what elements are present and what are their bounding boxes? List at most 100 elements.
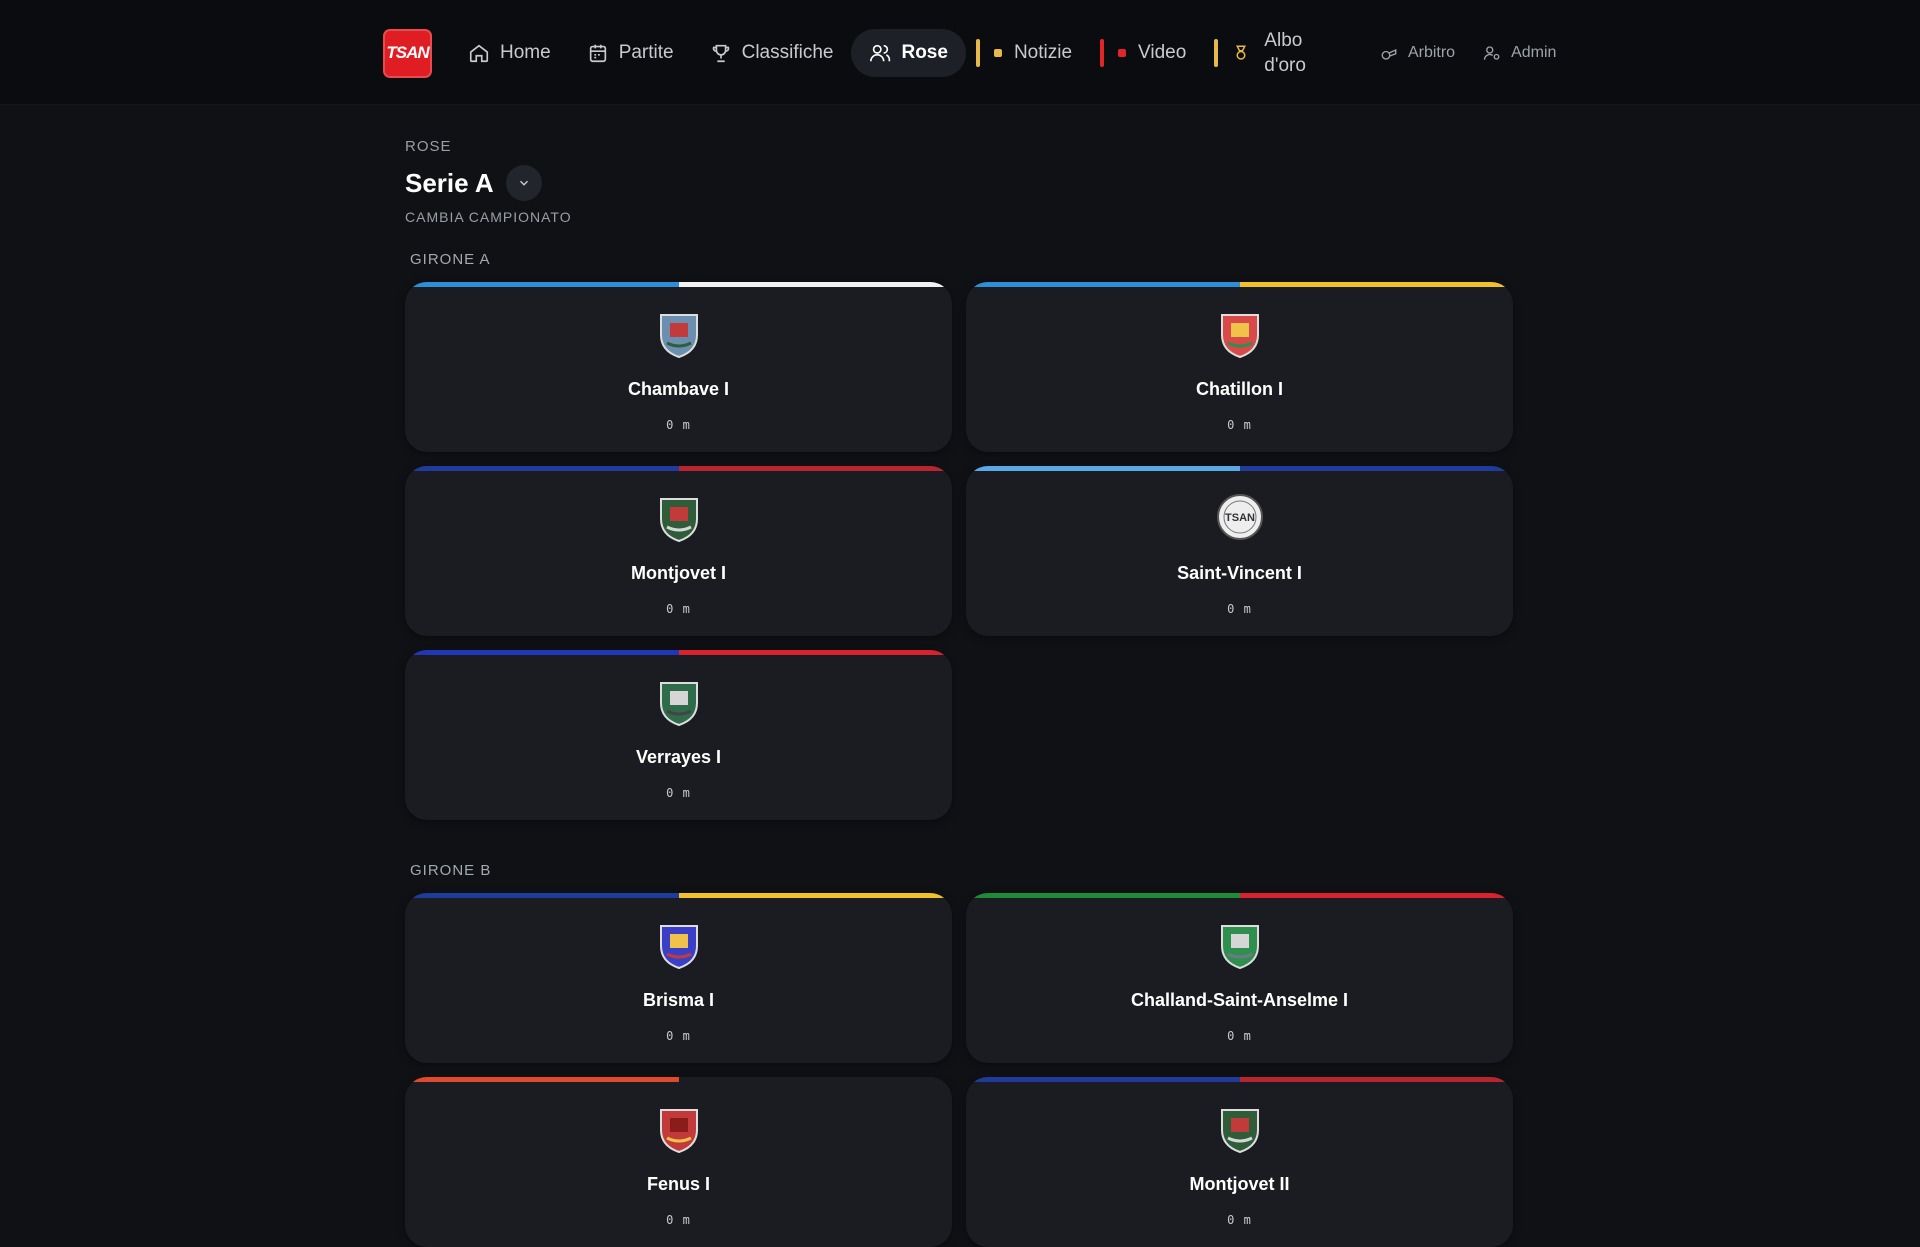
team-color-segment bbox=[1239, 282, 1513, 287]
whistle-icon bbox=[1381, 48, 1397, 60]
team-color-segment bbox=[1239, 1077, 1513, 1082]
news-icon bbox=[993, 49, 1002, 57]
groups-container: GIRONE A Chambave I0 m Chatillon I0 m Montj… bbox=[405, 251, 1515, 1247]
team-color-segment bbox=[678, 282, 952, 287]
team-grid: Brisma I 0 m Challand-Saint-Anselme I 0 m Fe… bbox=[405, 893, 1515, 1247]
group-label: GIRONE B bbox=[410, 862, 492, 879]
calendar-icon bbox=[589, 44, 606, 63]
team-card[interactable]: Brisma I 0 m bbox=[405, 893, 952, 1063]
team-meta: 0 m bbox=[1227, 418, 1252, 432]
team-color-segment bbox=[405, 650, 679, 655]
team-color-segment bbox=[405, 282, 679, 287]
team-color-segment bbox=[1239, 893, 1513, 898]
team-color-segment bbox=[966, 1077, 1240, 1082]
albo-accent-bar bbox=[1214, 39, 1219, 67]
nav-item-rose[interactable]: Rose bbox=[851, 29, 966, 77]
change-championship-label[interactable]: CAMBIA CAMPIONATO bbox=[405, 209, 1515, 225]
nav-item-label: Arbitro bbox=[1407, 44, 1456, 61]
team-crest-icon bbox=[1216, 920, 1264, 970]
team-color-segment bbox=[678, 1077, 952, 1082]
team-card[interactable]: Montjovet I 0 m bbox=[405, 466, 952, 636]
team-meta: 0 m bbox=[1227, 1029, 1252, 1043]
medal-icon bbox=[1236, 45, 1247, 60]
team-card[interactable]: Chatillon I 0 m bbox=[966, 282, 1513, 452]
championship-selector: Serie A bbox=[405, 165, 1515, 201]
team-color-segment bbox=[405, 1077, 679, 1082]
team-meta: 0 m bbox=[666, 418, 691, 432]
team-crest-icon bbox=[1216, 1104, 1264, 1154]
team-color-segment bbox=[678, 893, 952, 898]
team-meta: 0 m bbox=[1227, 602, 1252, 616]
team-meta: 0 m bbox=[1227, 1213, 1252, 1227]
championship-dropdown-button[interactable] bbox=[505, 165, 542, 201]
nav-item-home[interactable]: Home bbox=[450, 29, 569, 77]
chevron-down-icon bbox=[519, 180, 528, 186]
team-color-segment bbox=[405, 893, 679, 898]
team-color-stripe bbox=[405, 1077, 952, 1082]
page-title: Serie A bbox=[405, 167, 494, 198]
nav-item-partite[interactable]: Partite bbox=[569, 29, 692, 77]
team-name: Montjovet I bbox=[631, 563, 726, 583]
team-card[interactable]: TSAN Saint-Vincent I 0 m bbox=[966, 466, 1513, 636]
team-card[interactable]: Chambave I 0 m bbox=[405, 282, 952, 452]
nav-item-label: Classifiche bbox=[741, 42, 834, 63]
team-crest-icon: TSAN bbox=[1216, 493, 1264, 543]
team-color-stripe bbox=[966, 1077, 1513, 1082]
notizie-accent-bar bbox=[975, 39, 980, 67]
nav-item-label: Home bbox=[500, 42, 551, 63]
albo-line-2: d'oro bbox=[1264, 55, 1306, 76]
nav-item-albo-doro[interactable]: Albo d'oro bbox=[1224, 29, 1324, 77]
home-icon bbox=[469, 44, 489, 63]
team-name: Brisma I bbox=[642, 990, 715, 1010]
team-name: Chambave I bbox=[627, 379, 730, 399]
team-card[interactable]: Verrayes I 0 m bbox=[405, 650, 952, 820]
team-meta: 0 m bbox=[666, 1029, 691, 1043]
albo-line-1: Albo bbox=[1264, 30, 1303, 51]
nav-item-classifiche[interactable]: Classifiche bbox=[692, 29, 852, 77]
team-crest-icon bbox=[1216, 309, 1264, 359]
team-name: Verrayes I bbox=[635, 747, 722, 767]
team-color-stripe bbox=[405, 893, 952, 898]
group-label: GIRONE A bbox=[410, 251, 491, 268]
team-color-stripe bbox=[966, 282, 1513, 287]
team-color-segment bbox=[1239, 466, 1513, 471]
team-meta: 0 m bbox=[666, 602, 691, 616]
team-meta: 0 m bbox=[666, 786, 691, 800]
team-color-stripe bbox=[405, 650, 952, 655]
group-section: GIRONE A Chambave I0 m Chatillon I0 m Montj… bbox=[405, 251, 1515, 820]
team-crest-icon bbox=[655, 920, 703, 970]
nav-item-video[interactable]: Video bbox=[1110, 29, 1204, 77]
nav-item-arbitro[interactable]: Arbitro bbox=[1366, 29, 1469, 77]
team-card[interactable]: Fenus I 0 m bbox=[405, 1077, 952, 1247]
nav-item-notizie[interactable]: Notizie bbox=[986, 29, 1090, 77]
nav-item-label: Rose bbox=[901, 42, 948, 63]
team-color-stripe bbox=[966, 893, 1513, 898]
nav-item-label: Partite bbox=[618, 42, 674, 63]
team-color-stripe bbox=[405, 466, 952, 471]
team-card[interactable]: Montjovet II 0 m bbox=[966, 1077, 1513, 1247]
team-name: Chatillon I bbox=[1196, 379, 1283, 399]
user-gear-icon bbox=[1483, 46, 1500, 60]
team-name: Fenus I bbox=[646, 1174, 710, 1194]
group-section: GIRONE B Brisma I0 m Challand-Saint-Anselm… bbox=[405, 862, 1515, 1247]
team-card[interactable]: Challand-Saint-Anselme I 0 m bbox=[966, 893, 1513, 1063]
team-crest-icon bbox=[655, 493, 703, 543]
team-color-segment bbox=[966, 466, 1240, 471]
tsan-logo[interactable]: TSAN bbox=[383, 28, 432, 78]
team-color-segment bbox=[966, 893, 1240, 898]
video-accent-bar bbox=[1100, 39, 1105, 67]
team-name: Saint-Vincent I bbox=[1177, 563, 1302, 583]
main-content: ROSE Serie A CAMBIA CAMPIONATO GIRONE A C… bbox=[405, 138, 1515, 1247]
team-color-segment bbox=[405, 466, 679, 471]
team-color-stripe bbox=[966, 466, 1513, 471]
video-icon bbox=[1118, 49, 1127, 57]
nav-item-label: Video bbox=[1138, 42, 1187, 63]
svg-text:TSAN: TSAN bbox=[1225, 512, 1255, 524]
nav-item-admin[interactable]: Admin bbox=[1469, 29, 1570, 77]
top-navigation-bar: TSAN Home Partite Classifiche Rose Notiz… bbox=[0, 0, 1920, 105]
team-color-segment bbox=[678, 650, 952, 655]
team-color-stripe bbox=[405, 282, 952, 287]
users-icon bbox=[870, 44, 891, 62]
team-name: Montjovet II bbox=[1189, 1174, 1290, 1194]
team-name: Challand-Saint-Anselme I bbox=[1130, 990, 1349, 1010]
